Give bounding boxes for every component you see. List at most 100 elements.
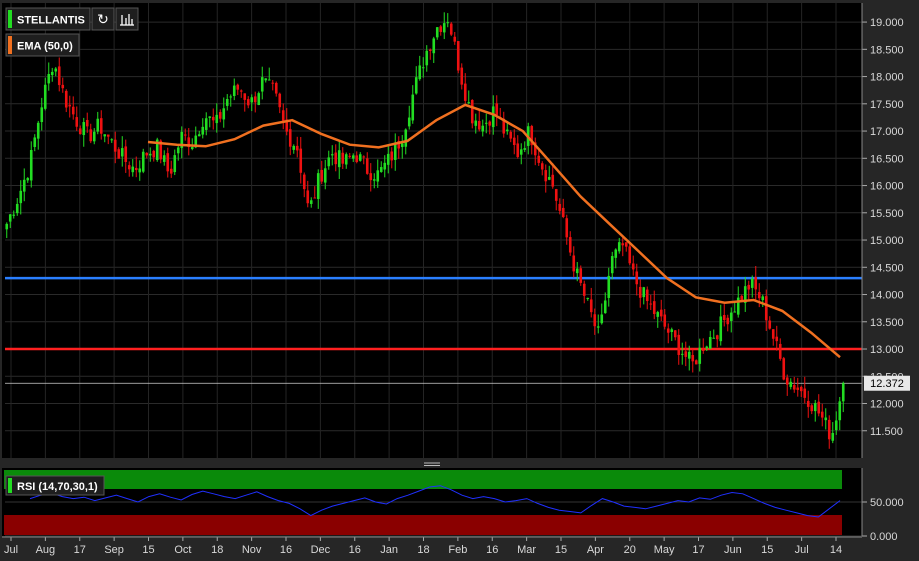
candle-body — [253, 96, 257, 103]
ema-legend[interactable]: EMA (50,0) — [5, 33, 80, 57]
candle-body — [379, 167, 383, 172]
time-tick-label: Jul — [795, 544, 809, 556]
panel-resize-handle[interactable] — [422, 461, 442, 468]
candle-body — [215, 114, 219, 124]
candle-body — [418, 65, 422, 80]
last-price-tag: 12.372 — [864, 375, 910, 391]
price-tick-label: 11.500 — [870, 426, 903, 438]
candle-body — [299, 148, 303, 173]
candle-body — [544, 170, 548, 182]
candle-body — [54, 68, 58, 72]
time-tick-label: 15 — [761, 544, 773, 556]
candle-body — [642, 287, 646, 298]
candle-body — [831, 432, 835, 441]
candle-body — [236, 84, 240, 90]
candle-body — [505, 129, 509, 132]
candle-body — [488, 121, 492, 126]
price-tick-label: 19.000 — [870, 17, 904, 29]
candle-body — [792, 385, 796, 390]
candle-body — [243, 93, 247, 100]
candle-body — [803, 388, 807, 398]
candle-body — [428, 49, 432, 51]
candle-body — [40, 107, 44, 123]
candle-body — [677, 334, 681, 355]
candle-body — [225, 99, 229, 106]
candle-body — [407, 117, 411, 127]
candle-body — [50, 71, 54, 76]
candle-body — [589, 299, 593, 313]
candle-body — [449, 23, 453, 35]
price-tick-label: 13.500 — [870, 317, 904, 329]
candle-body — [26, 178, 30, 181]
candle-body — [579, 268, 583, 283]
time-tick-label: 18 — [417, 544, 429, 556]
candle-body — [554, 189, 558, 201]
chart-type-button[interactable] — [115, 7, 139, 31]
candle-body — [400, 143, 404, 148]
candle-body — [684, 351, 688, 357]
time-tick-label: 20 — [624, 544, 636, 556]
candle-body — [89, 129, 93, 142]
symbol-header[interactable]: STELLANTIS — [5, 7, 91, 31]
time-tick-label: 18 — [211, 544, 223, 556]
candle-body — [61, 84, 65, 89]
candle-body — [715, 335, 719, 340]
candle-body — [78, 128, 82, 135]
candle-body — [75, 117, 79, 127]
time-tick-label: Mar — [517, 544, 536, 556]
price-tick-label: 15.500 — [870, 208, 904, 220]
rsi-legend-label: RSI (14,70,30,1) — [17, 481, 98, 493]
candle-body — [232, 85, 236, 96]
candle-body — [561, 207, 565, 218]
candle-body — [355, 155, 359, 163]
candle-body — [757, 292, 761, 299]
candle-body — [827, 419, 831, 440]
candle-body — [540, 163, 544, 170]
candle-body — [71, 106, 75, 115]
candle-body — [439, 26, 443, 32]
candle-body — [635, 271, 639, 285]
candle-body — [729, 312, 733, 322]
candle-body — [551, 174, 555, 187]
candle-body — [824, 417, 828, 421]
candle-body — [617, 242, 621, 252]
candle-body — [435, 27, 439, 38]
refresh-button[interactable]: ↻ — [91, 7, 115, 31]
candle-body — [778, 343, 782, 359]
candle-body — [687, 351, 691, 359]
time-tick-label: Aug — [36, 544, 56, 556]
candle-body — [274, 82, 278, 94]
candle-body — [610, 256, 614, 274]
candle-body — [446, 22, 450, 24]
time-tick-label: Jun — [724, 544, 742, 556]
candle-body — [614, 249, 618, 258]
candle-body — [131, 166, 135, 173]
candle-body — [782, 358, 786, 380]
price-tick-label: 16.000 — [870, 181, 904, 193]
candle-body — [309, 200, 313, 204]
candle-body — [141, 151, 145, 172]
last-price-value: 12.372 — [870, 378, 904, 390]
candle-body — [838, 401, 842, 421]
time-tick-label: 15 — [142, 544, 154, 556]
rsi-legend[interactable]: RSI (14,70,30,1) — [5, 475, 105, 496]
rsi-tick-label: 50.000 — [870, 497, 904, 509]
price-tick-label: 18.000 — [870, 72, 904, 84]
candle-body — [547, 176, 551, 180]
candle-body — [106, 134, 110, 137]
candle-body — [369, 173, 373, 181]
time-tick-label: 17 — [692, 544, 704, 556]
candle-body — [722, 315, 726, 321]
candle-body — [201, 126, 205, 135]
candle-body — [747, 284, 751, 290]
candle-body — [512, 137, 516, 145]
candle-body — [344, 154, 348, 165]
candle-body — [341, 152, 345, 164]
candle-body — [841, 383, 845, 402]
candle-body — [708, 337, 712, 349]
candle-body — [663, 314, 667, 327]
candle-body — [806, 401, 810, 407]
symbol-name: STELLANTIS — [17, 15, 85, 27]
candle-body — [596, 326, 600, 328]
candle-body — [337, 150, 341, 168]
